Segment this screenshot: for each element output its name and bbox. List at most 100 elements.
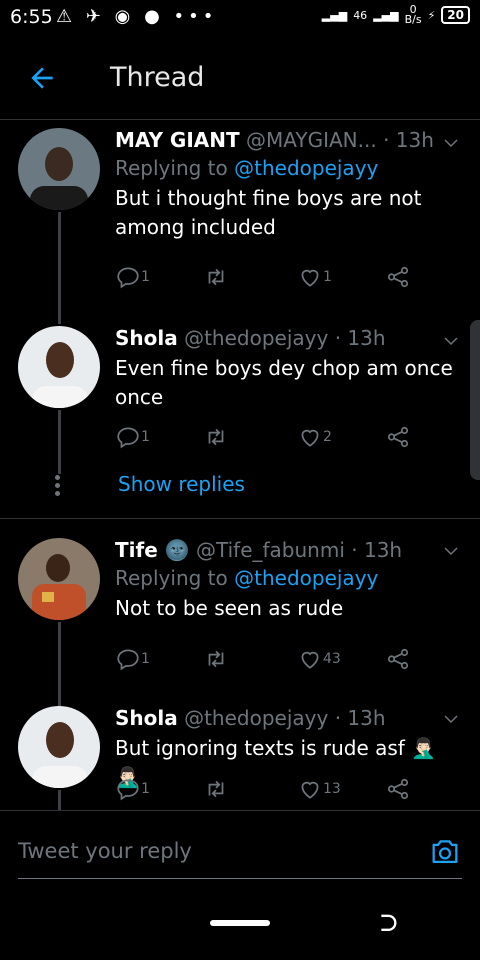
like-count: 43 bbox=[323, 651, 341, 667]
like-count: 2 bbox=[323, 429, 332, 445]
home-gesture-bar[interactable] bbox=[210, 920, 270, 926]
signal-icon-2: ▂▄▆ bbox=[373, 8, 399, 22]
like-count: 1 bbox=[323, 269, 332, 285]
reply-count: 1 bbox=[141, 781, 150, 797]
chevron-down-icon[interactable] bbox=[442, 710, 460, 728]
retweet-action[interactable] bbox=[203, 424, 229, 450]
avatar[interactable] bbox=[18, 326, 100, 408]
reply-composer: Tweet your reply bbox=[0, 810, 480, 891]
tweet-header: Shola @thedopejayy · 13h bbox=[115, 326, 386, 350]
tweet-text: But i thought fine boys are not among in… bbox=[115, 186, 422, 239]
mention-link[interactable]: @thedopejayy bbox=[234, 156, 378, 180]
speed-indicator: 0 B/s bbox=[404, 3, 422, 26]
charging-icon: ⚡ bbox=[427, 8, 436, 22]
share-action[interactable] bbox=[385, 776, 411, 802]
reply-underline bbox=[18, 878, 462, 879]
like-action[interactable]: 1 bbox=[297, 264, 332, 290]
status-right: ▂▄▆ 46 ▂▄▆ 0 B/s ⚡ 20 bbox=[321, 3, 470, 26]
camera-icon[interactable] bbox=[428, 835, 462, 869]
user-handle[interactable]: @Tife_fabunmi bbox=[196, 538, 345, 562]
thread-dots bbox=[55, 472, 60, 499]
signal-icon: ▂▄▆ bbox=[321, 8, 348, 22]
share-action[interactable] bbox=[385, 264, 411, 290]
tweet-actions: 1 2 bbox=[115, 424, 415, 454]
tweet-header: Tife 🌚 @Tife_fabunmi · 13h bbox=[115, 538, 403, 562]
scroll-handle[interactable] bbox=[470, 320, 480, 480]
chevron-down-icon[interactable] bbox=[442, 542, 460, 560]
replying-to: Replying to @thedopejayy bbox=[115, 156, 379, 180]
share-icon bbox=[387, 426, 409, 448]
nav-back-icon[interactable] bbox=[372, 910, 400, 938]
user-handle[interactable]: @thedopejayy bbox=[184, 706, 328, 730]
display-name[interactable]: MAY GIANT bbox=[115, 128, 240, 152]
display-name[interactable]: Shola bbox=[115, 326, 178, 350]
avatar[interactable] bbox=[18, 706, 100, 788]
tweet-actions: 1 13 bbox=[115, 776, 415, 806]
retweet-icon bbox=[208, 650, 224, 668]
tweet-time: 13h bbox=[347, 706, 386, 730]
tweet-header: Shola @thedopejayy · 13h bbox=[115, 706, 386, 730]
show-replies-link[interactable]: Show replies bbox=[118, 472, 245, 496]
header-divider bbox=[0, 119, 480, 120]
like-count: 13 bbox=[323, 781, 341, 797]
tweet-text: Not to be seen as rude bbox=[115, 596, 344, 620]
share-action[interactable] bbox=[385, 646, 411, 672]
reply-input[interactable]: Tweet your reply bbox=[18, 839, 192, 863]
reply-icon bbox=[117, 649, 139, 671]
reply-action[interactable]: 1 bbox=[115, 646, 150, 672]
reply-count: 1 bbox=[141, 651, 150, 667]
share-action[interactable] bbox=[385, 424, 411, 450]
user-handle[interactable]: @thedopejayy bbox=[184, 326, 328, 350]
network-type: 46 bbox=[353, 8, 368, 22]
retweet-action[interactable] bbox=[203, 646, 229, 672]
thread-line bbox=[58, 790, 61, 810]
tweet-text: Even fine boys dey chop am once once bbox=[115, 356, 453, 409]
header: Thread bbox=[0, 52, 480, 108]
retweet-icon bbox=[208, 268, 224, 286]
thread-line bbox=[58, 410, 61, 474]
reply-icon bbox=[117, 427, 139, 449]
heart-icon bbox=[301, 269, 319, 287]
share-icon bbox=[387, 266, 409, 288]
tweet-time: 13h bbox=[363, 538, 403, 562]
reply-count: 1 bbox=[141, 429, 150, 445]
thread-line bbox=[58, 212, 61, 324]
like-action[interactable]: 2 bbox=[297, 424, 332, 450]
mention-link[interactable]: @thedopejayy bbox=[234, 566, 378, 590]
tweet-actions: 1 1 bbox=[115, 264, 415, 294]
back-arrow-icon[interactable] bbox=[26, 62, 58, 94]
display-name[interactable]: Shola bbox=[115, 706, 178, 730]
chevron-down-icon[interactable] bbox=[442, 134, 460, 152]
tweet-actions: 1 43 bbox=[115, 646, 415, 676]
user-handle[interactable]: @MAYGIAN... bbox=[246, 128, 377, 152]
retweet-action[interactable] bbox=[203, 264, 229, 290]
thread-line bbox=[58, 622, 61, 708]
retweet-icon bbox=[208, 780, 224, 798]
tweet-time: 13h bbox=[347, 326, 386, 350]
section-divider bbox=[0, 518, 480, 519]
tweet-time: 13h bbox=[395, 128, 434, 152]
avatar[interactable] bbox=[18, 538, 100, 620]
like-action[interactable]: 13 bbox=[297, 776, 341, 802]
reply-icon bbox=[117, 779, 139, 801]
reply-action[interactable]: 1 bbox=[115, 776, 150, 802]
chevron-down-icon[interactable] bbox=[442, 332, 460, 350]
avatar[interactable] bbox=[18, 128, 100, 210]
retweet-icon bbox=[208, 428, 224, 446]
share-icon bbox=[387, 648, 409, 670]
replying-to: Replying to @thedopejayy bbox=[115, 566, 379, 590]
heart-icon bbox=[301, 651, 319, 669]
reply-action[interactable]: 1 bbox=[115, 424, 150, 450]
reply-action[interactable]: 1 bbox=[115, 264, 150, 290]
status-time: 6:55 bbox=[10, 6, 53, 28]
status-bar: 6:55 ⚠ ✈ ◉ ● ••• ▂▄▆ 46 ▂▄▆ 0 B/s ⚡ 20 bbox=[0, 0, 480, 36]
reply-icon bbox=[117, 267, 139, 289]
notification-icons: ⚠ ✈ ◉ ● ••• bbox=[56, 6, 218, 27]
like-action[interactable]: 43 bbox=[297, 646, 341, 672]
share-icon bbox=[387, 778, 409, 800]
retweet-action[interactable] bbox=[203, 776, 229, 802]
display-name[interactable]: Tife 🌚 bbox=[115, 538, 190, 562]
battery-icon: 20 bbox=[441, 6, 470, 24]
page-title: Thread bbox=[110, 62, 205, 93]
reply-count: 1 bbox=[141, 269, 150, 285]
